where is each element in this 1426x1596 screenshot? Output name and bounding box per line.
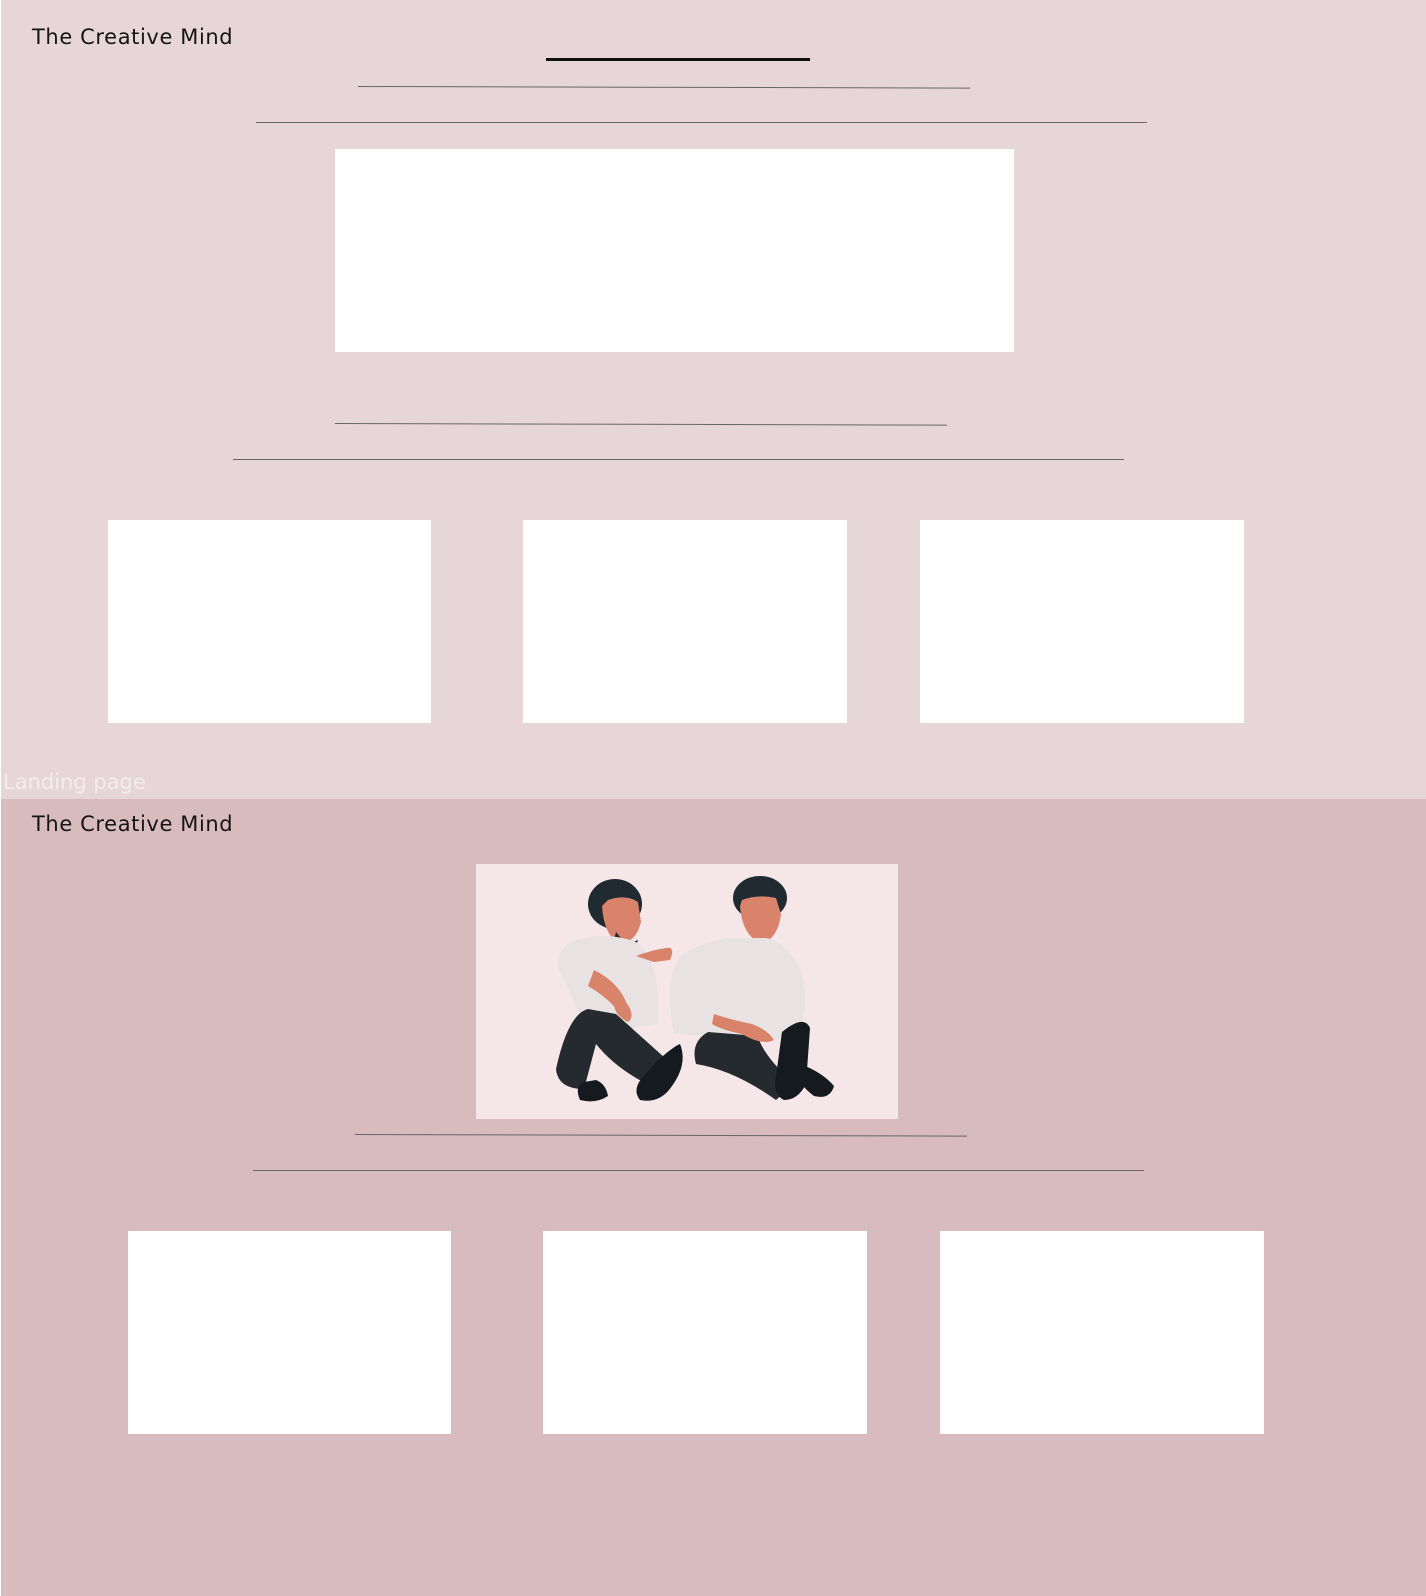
brand-logo[interactable]: The Creative Mind: [32, 812, 233, 836]
frame-label: Landing page: [3, 770, 146, 794]
card-placeholder[interactable]: [108, 520, 431, 723]
card-placeholder[interactable]: [940, 1231, 1264, 1434]
hero-image-placeholder: [335, 149, 1014, 352]
card-placeholder[interactable]: [128, 1231, 451, 1434]
man-left-figure: [556, 879, 683, 1102]
active-nav-underline: [546, 58, 810, 61]
section-heading-placeholder-line: [334, 423, 947, 426]
heading-placeholder-line: [357, 86, 970, 89]
section-subheading-placeholder-line: [233, 459, 1124, 460]
heading-placeholder-line: [354, 1134, 967, 1137]
brand-logo[interactable]: The Creative Mind: [32, 25, 233, 49]
card-placeholder[interactable]: [523, 520, 847, 723]
man-right-figure: [670, 876, 834, 1100]
second-page-frame: The Creative Mind: [1, 799, 1426, 1596]
card-placeholder[interactable]: [543, 1231, 867, 1434]
card-placeholder[interactable]: [920, 520, 1244, 723]
subheading-placeholder-line: [256, 122, 1147, 123]
two-men-sitting-illustration: [476, 864, 898, 1119]
landing-page-frame: The Creative Mind Landing page: [1, 0, 1426, 799]
subheading-placeholder-line: [253, 1170, 1144, 1171]
illustration-image: [556, 876, 834, 1102]
